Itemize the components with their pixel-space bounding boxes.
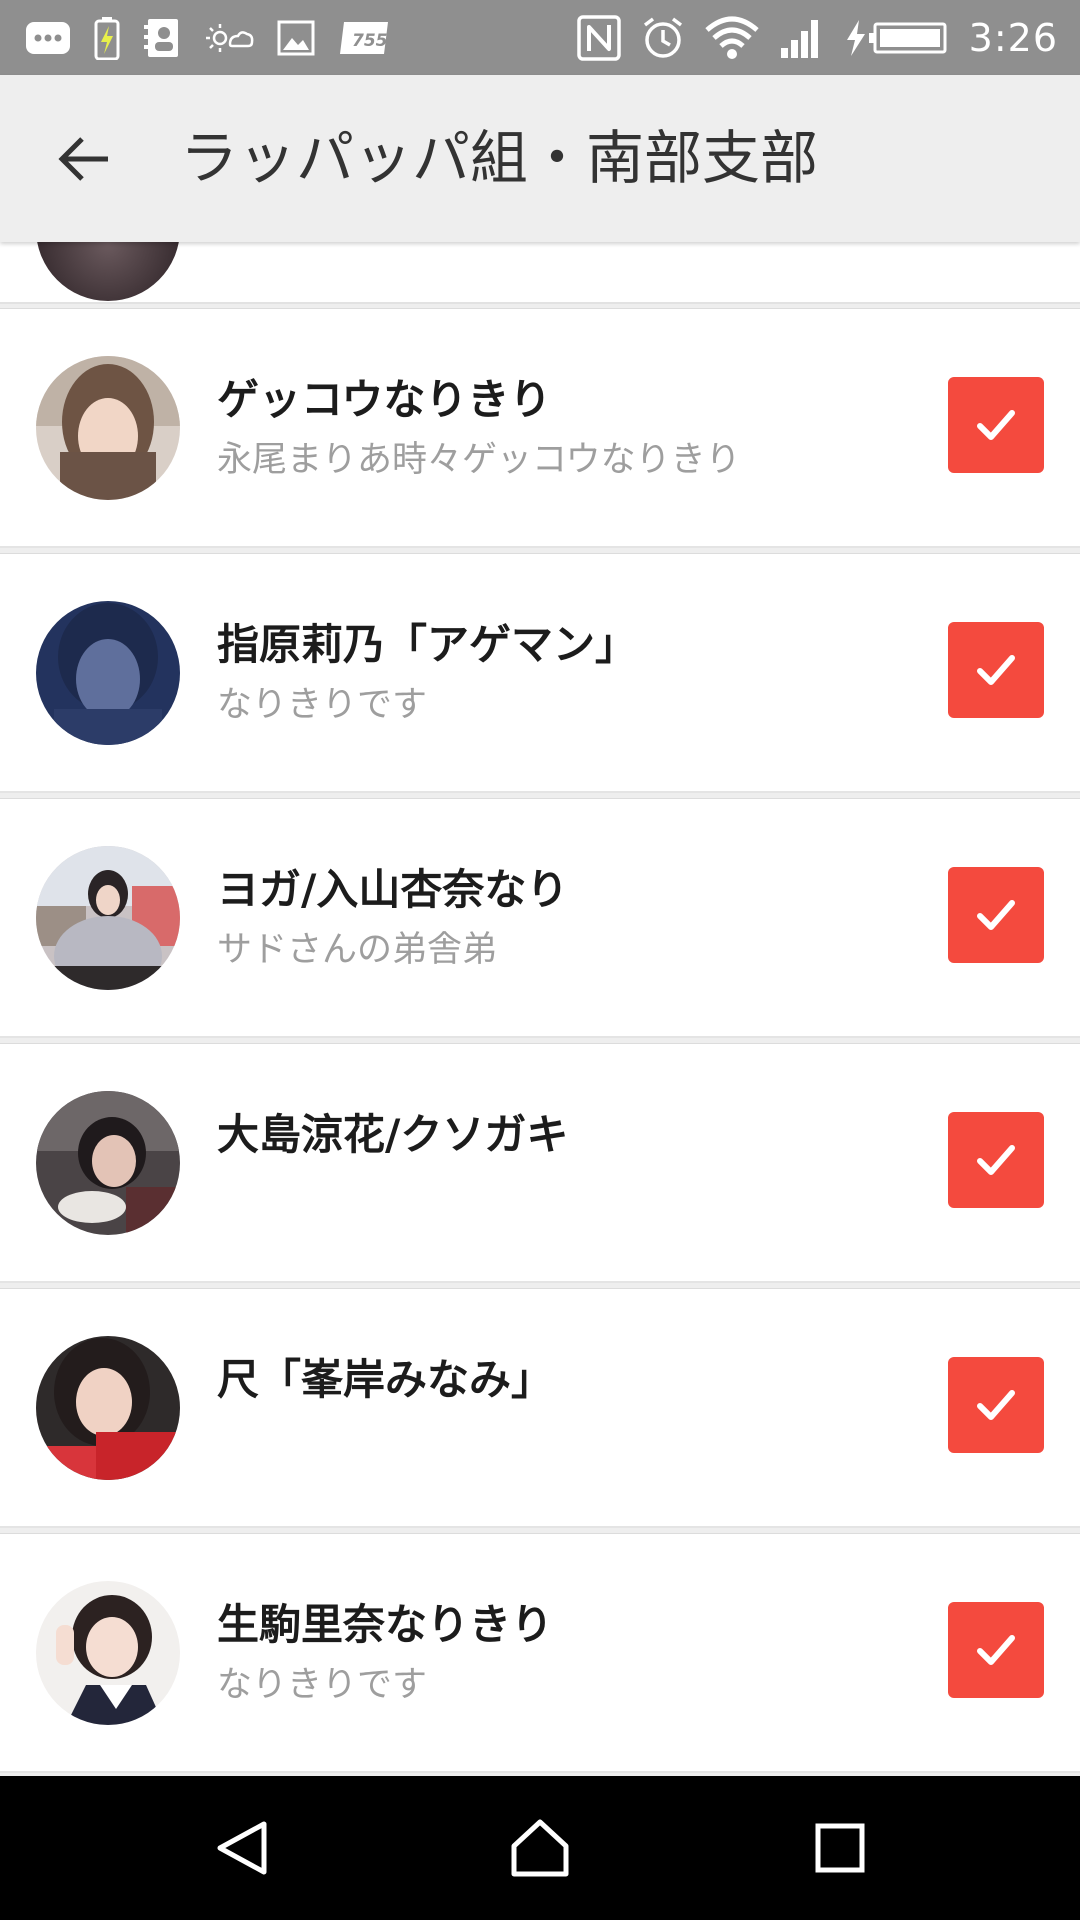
app-bar: ラッパッパ組・南部支部 [0,75,1080,242]
list-item[interactable]: ヨガ/入山杏奈なり サドさんの弟舎弟 [0,798,1080,1038]
back-button[interactable] [52,127,116,191]
weather-icon [206,23,254,52]
list-item[interactable]: 指原莉乃「アゲマン」 なりきりです [0,553,1080,793]
member-name: ゲッコウなりきり [217,375,552,424]
arrow-back-icon [58,137,108,181]
list-item[interactable]: 尺「峯岸みなみ」 [0,1288,1080,1528]
signal-icon [780,19,818,58]
member-checkbox[interactable] [948,1357,1044,1453]
battery-charging-icon [846,19,947,56]
nav-back-button[interactable] [206,1812,278,1884]
member-checkbox[interactable] [948,377,1044,473]
member-name: 大島涼花/クソガキ [217,1110,569,1159]
check-icon [977,655,1015,685]
clock: 3:26 [968,15,1058,60]
battery-charging-icon [94,16,120,60]
back-triangle-icon [217,1821,267,1875]
list-item[interactable]: ゲッコウなりきり 永尾まりあ時々ゲッコウなりきり [0,308,1080,548]
list-item[interactable]: 大島涼花/クソガキ [0,1043,1080,1283]
755-app-icon: 755 [340,21,388,54]
avatar [36,601,180,745]
check-icon [977,1635,1015,1665]
recents-icon [815,1823,865,1873]
svg-text:755: 755 [352,31,388,51]
list-item[interactable]: 生駒里奈なりきり なりきりです [0,1533,1080,1773]
status-bar: 755 3:26 [0,0,1080,75]
status-bar-system: 3:26 [576,0,1058,75]
member-subtitle: 永尾まりあ時々ゲッコウなりきり [217,440,741,480]
chat-bubble-icon [26,21,70,54]
nav-home-button[interactable] [504,1812,576,1884]
member-subtitle: なりきりです [217,685,428,725]
nfc-icon [576,14,621,61]
check-icon [977,1145,1015,1175]
member-checkbox[interactable] [948,1112,1044,1208]
avatar [36,356,180,500]
page-title: ラッパッパ組・南部支部 [180,124,819,192]
home-icon [511,1819,569,1877]
check-icon [977,1390,1015,1420]
avatar [36,1336,180,1480]
member-list[interactable]: ゲッコウなりきり 永尾まりあ時々ゲッコウなりきり 指原莉乃「アゲマン」 なりきり… [0,242,1080,1776]
wifi-icon [705,16,759,59]
nav-recents-button[interactable] [804,1812,876,1884]
member-name: ヨガ/入山杏奈なり [217,865,569,914]
alarm-icon [643,17,682,58]
member-subtitle: なりきりです [217,1665,428,1705]
check-icon [977,900,1015,930]
member-subtitle: サドさんの弟舎弟 [217,930,498,970]
status-bar-notifications: 755 [24,0,392,75]
navigation-bar [0,1776,1080,1920]
member-checkbox[interactable] [948,622,1044,718]
member-checkbox[interactable] [948,867,1044,963]
contacts-icon [144,18,178,57]
gallery-icon [277,20,315,55]
list-item-partial[interactable] [0,242,1080,304]
avatar [36,1091,180,1235]
member-name: 尺「峯岸みなみ」 [217,1355,554,1404]
avatar [36,1581,180,1725]
avatar [36,846,180,990]
member-name: 指原莉乃「アゲマン」 [217,620,638,669]
member-name: 生駒里奈なりきり [217,1600,554,1649]
member-checkbox[interactable] [948,1602,1044,1698]
avatar [36,242,180,301]
check-icon [977,410,1015,440]
